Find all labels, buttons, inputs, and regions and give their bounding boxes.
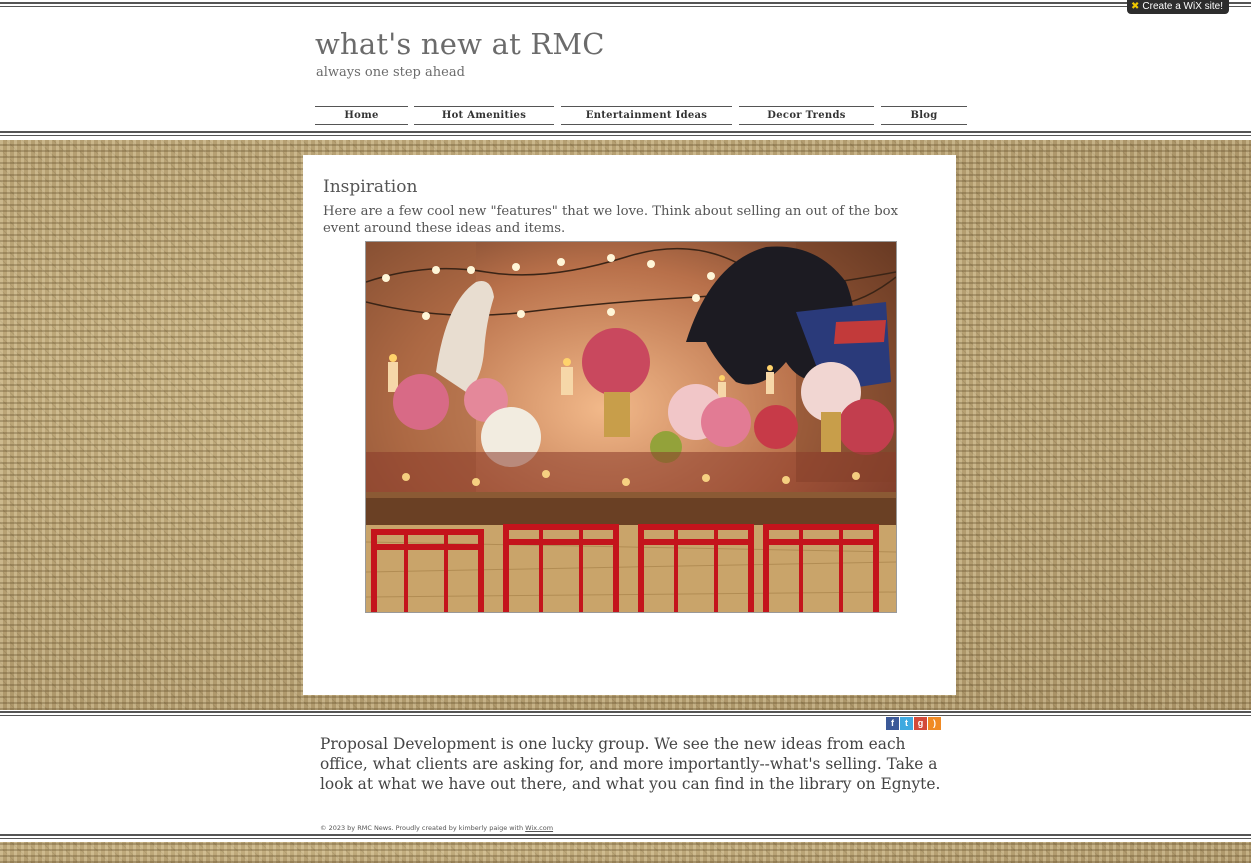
facebook-icon[interactable]: f xyxy=(886,717,899,730)
event-table-photo[interactable] xyxy=(365,241,897,613)
top-rule-thin xyxy=(0,6,1251,7)
bottom-rule-thin xyxy=(0,838,1251,839)
site-title: what's new at RMC xyxy=(315,27,605,61)
header-rule xyxy=(0,131,1251,133)
event-table-illustration xyxy=(366,242,896,612)
nav-item-decor-trends[interactable]: Decor Trends xyxy=(739,106,874,125)
nav-item-home[interactable]: Home xyxy=(315,106,408,125)
footer-rule xyxy=(0,711,1251,713)
bottom-rule xyxy=(0,834,1251,836)
star-icon: ✖ xyxy=(1131,1,1140,12)
wix-badge-label: Create a WiX site! xyxy=(1142,1,1223,12)
nav-item-hot-amenities[interactable]: Hot Amenities xyxy=(414,106,554,125)
nav-item-entertainment-ideas[interactable]: Entertainment Ideas xyxy=(561,106,732,125)
twitter-icon[interactable]: t xyxy=(900,717,913,730)
content-body: Here are a few cool new "features" that … xyxy=(323,204,899,236)
footer-description: Proposal Development is one lucky group.… xyxy=(320,735,941,793)
rss-icon[interactable]: ) xyxy=(928,717,941,730)
site-tagline: always one step ahead xyxy=(316,65,465,80)
content-heading: Inspiration xyxy=(323,177,418,197)
burlap-footer-strip xyxy=(0,842,1251,863)
create-wix-site-badge[interactable]: ✖ Create a WiX site! xyxy=(1127,0,1229,14)
google-plus-icon[interactable]: g xyxy=(914,717,927,730)
wix-link[interactable]: Wix.com xyxy=(525,824,553,832)
nav-item-blog[interactable]: Blog xyxy=(881,106,967,125)
social-bar: f t g ) xyxy=(886,717,941,730)
header-rule-thin xyxy=(0,135,1251,136)
copyright-text: © 2023 by RMC News. Proudly created by k… xyxy=(320,824,526,832)
top-rule xyxy=(0,2,1251,4)
copyright: © 2023 by RMC News. Proudly created by k… xyxy=(320,824,553,832)
content-panel: Inspiration Here are a few cool new "fea… xyxy=(303,155,956,695)
footer-rule-thin xyxy=(0,715,1251,716)
